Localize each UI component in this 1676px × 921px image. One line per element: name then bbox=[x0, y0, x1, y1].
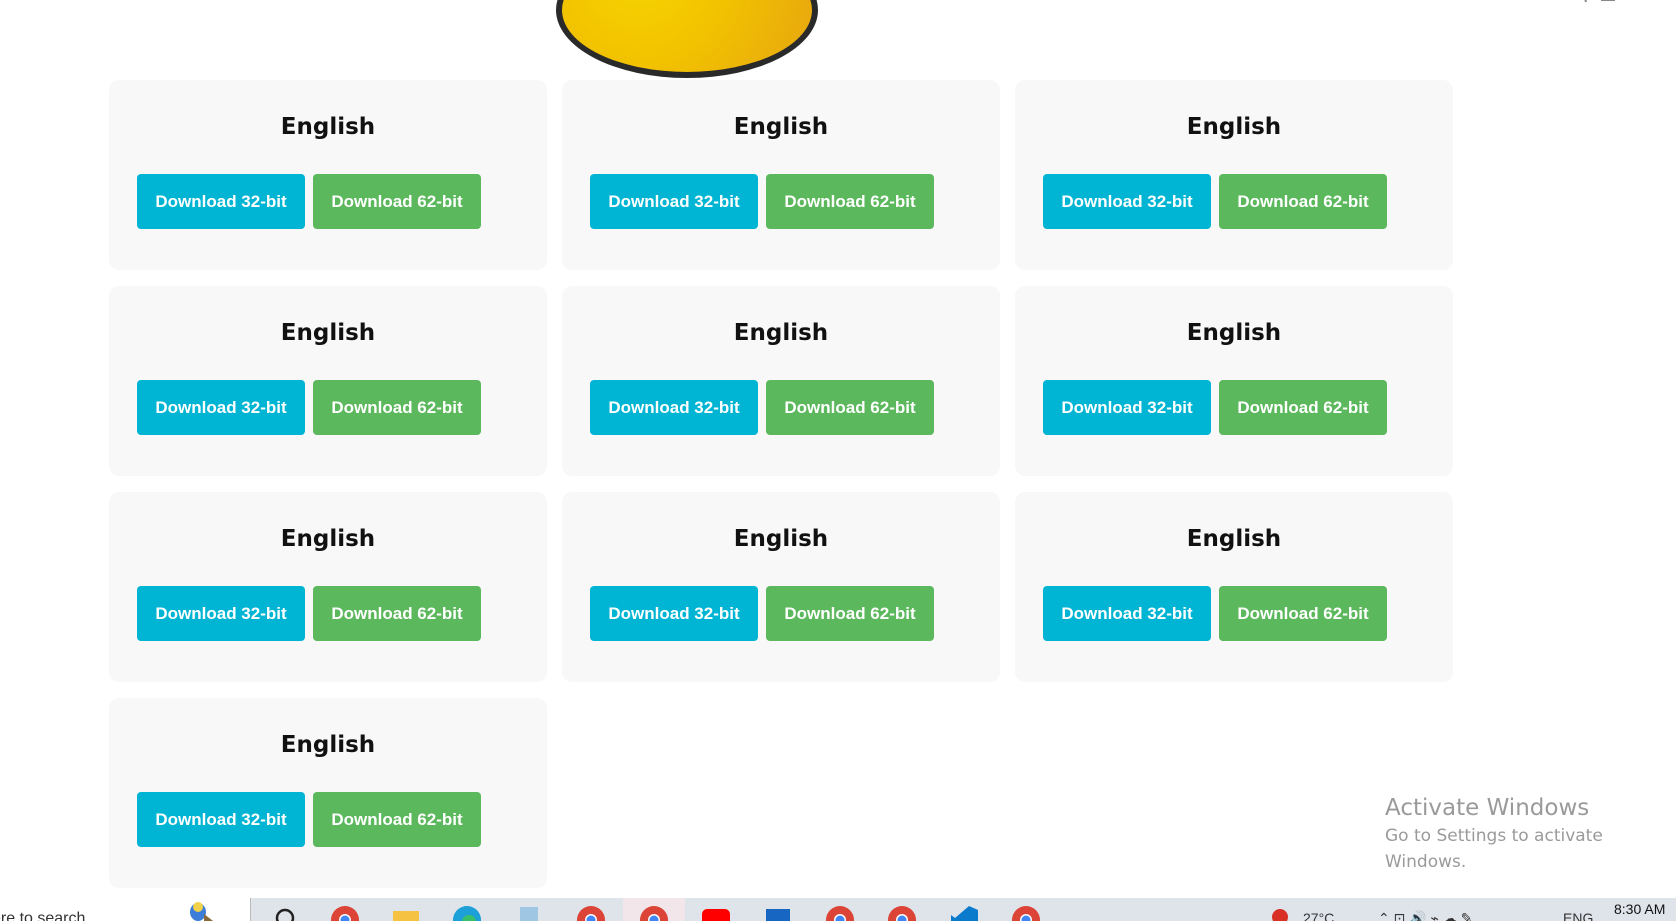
language-card: English Download 32-bit Download 62-bit bbox=[109, 492, 547, 682]
chrome-icon[interactable] bbox=[1011, 905, 1041, 921]
search-icon[interactable] bbox=[272, 905, 302, 921]
download-button-row: Download 32-bit Download 62-bit bbox=[1043, 174, 1453, 229]
download-32bit-button[interactable]: Download 32-bit bbox=[590, 174, 758, 229]
download-64bit-button[interactable]: Download 62-bit bbox=[766, 586, 934, 641]
download-button-row: Download 32-bit Download 62-bit bbox=[590, 174, 1000, 229]
clock[interactable]: 8:30 AM bbox=[1614, 901, 1665, 917]
language-title: English bbox=[280, 526, 376, 552]
download-button-row: Download 32-bit Download 62-bit bbox=[1043, 586, 1453, 641]
language-title: English bbox=[280, 114, 376, 140]
language-title: English bbox=[1186, 320, 1282, 346]
download-32bit-button[interactable]: Download 32-bit bbox=[137, 380, 305, 435]
edge-icon[interactable] bbox=[452, 905, 482, 921]
download-32bit-button[interactable]: Download 32-bit bbox=[137, 792, 305, 847]
download-button-row: Download 32-bit Download 62-bit bbox=[590, 586, 1000, 641]
chrome-icon[interactable] bbox=[639, 905, 669, 921]
download-button-row: Download 32-bit Download 62-bit bbox=[137, 380, 547, 435]
taskbar: ere to search 27°C ⌃ ⊡ 🔊 ⌁ ☁ ✎ ENG 8:30 … bbox=[0, 898, 1676, 921]
download-64bit-button[interactable]: Download 62-bit bbox=[313, 586, 481, 641]
taskbar-search-placeholder: ere to search bbox=[0, 910, 86, 921]
watermark-title: Activate Windows bbox=[1385, 795, 1590, 821]
download-64bit-button[interactable]: Download 62-bit bbox=[313, 792, 481, 847]
file-explorer-icon[interactable] bbox=[391, 905, 421, 921]
language-indicator[interactable]: ENG bbox=[1563, 910, 1593, 921]
download-64bit-button[interactable]: Download 62-bit bbox=[313, 380, 481, 435]
download-32bit-button[interactable]: Download 32-bit bbox=[590, 586, 758, 641]
language-card: English Download 32-bit Download 62-bit bbox=[1015, 492, 1453, 682]
chrome-icon[interactable] bbox=[887, 905, 917, 921]
download-card-grid: English Download 32-bit Download 62-bit Eng… bbox=[109, 80, 1454, 888]
page: English Download 32-bit Download 62-bit Eng… bbox=[0, 0, 1676, 921]
download-button-row: Download 32-bit Download 62-bit bbox=[1043, 380, 1453, 435]
window-controls-icon[interactable] bbox=[1578, 0, 1618, 4]
download-32bit-button[interactable]: Download 32-bit bbox=[590, 380, 758, 435]
language-title: English bbox=[733, 320, 829, 346]
download-button-row: Download 32-bit Download 62-bit bbox=[590, 380, 1000, 435]
vscode-icon[interactable] bbox=[949, 905, 979, 921]
language-card: English Download 32-bit Download 62-bit bbox=[109, 286, 547, 476]
download-64bit-button[interactable]: Download 62-bit bbox=[1219, 174, 1387, 229]
notepad-icon[interactable] bbox=[514, 905, 544, 921]
taskbar-search-box[interactable]: ere to search bbox=[0, 898, 251, 921]
language-title: English bbox=[280, 320, 376, 346]
download-32bit-button[interactable]: Download 32-bit bbox=[137, 586, 305, 641]
language-card: English Download 32-bit Download 62-bit bbox=[1015, 286, 1453, 476]
weather-alert-icon[interactable] bbox=[1270, 907, 1290, 921]
download-32bit-button[interactable]: Download 32-bit bbox=[1043, 586, 1211, 641]
language-card: English Download 32-bit Download 62-bit bbox=[562, 492, 1000, 682]
weather-temperature[interactable]: 27°C bbox=[1303, 910, 1334, 921]
watermark-subtitle: Go to Settings to activate Windows. bbox=[1385, 826, 1603, 872]
download-64bit-button[interactable]: Download 62-bit bbox=[1219, 380, 1387, 435]
youtube-icon[interactable] bbox=[701, 905, 731, 921]
tray-icons[interactable]: ⌃ ⊡ 🔊 ⌁ ☁ ✎ bbox=[1378, 910, 1473, 921]
language-card: English Download 32-bit Download 62-bit bbox=[109, 698, 547, 888]
chrome-icon[interactable] bbox=[825, 905, 855, 921]
download-32bit-button[interactable]: Download 32-bit bbox=[1043, 174, 1211, 229]
download-64bit-button[interactable]: Download 62-bit bbox=[313, 174, 481, 229]
download-button-row: Download 32-bit Download 62-bit bbox=[137, 792, 547, 847]
language-card: English Download 32-bit Download 62-bit bbox=[109, 80, 547, 270]
language-title: English bbox=[280, 732, 376, 758]
download-64bit-button[interactable]: Download 62-bit bbox=[766, 380, 934, 435]
language-title: English bbox=[733, 526, 829, 552]
activate-windows-watermark: Activate Windows Go to Settings to activ… bbox=[1385, 793, 1676, 875]
download-64bit-button[interactable]: Download 62-bit bbox=[1219, 586, 1387, 641]
download-button-row: Download 32-bit Download 62-bit bbox=[137, 586, 547, 641]
store-icon[interactable] bbox=[763, 905, 793, 921]
language-title: English bbox=[733, 114, 829, 140]
chrome-icon[interactable] bbox=[330, 905, 360, 921]
download-32bit-button[interactable]: Download 32-bit bbox=[1043, 380, 1211, 435]
language-card: English Download 32-bit Download 62-bit bbox=[562, 286, 1000, 476]
site-logo bbox=[556, 0, 818, 78]
download-button-row: Download 32-bit Download 62-bit bbox=[137, 174, 547, 229]
language-card: English Download 32-bit Download 62-bit bbox=[1015, 80, 1453, 270]
download-64bit-button[interactable]: Download 62-bit bbox=[766, 174, 934, 229]
search-highlight-icon bbox=[190, 902, 214, 921]
language-title: English bbox=[1186, 114, 1282, 140]
language-title: English bbox=[1186, 526, 1282, 552]
download-32bit-button[interactable]: Download 32-bit bbox=[137, 174, 305, 229]
chrome-icon[interactable] bbox=[576, 905, 606, 921]
language-card: English Download 32-bit Download 62-bit bbox=[562, 80, 1000, 270]
